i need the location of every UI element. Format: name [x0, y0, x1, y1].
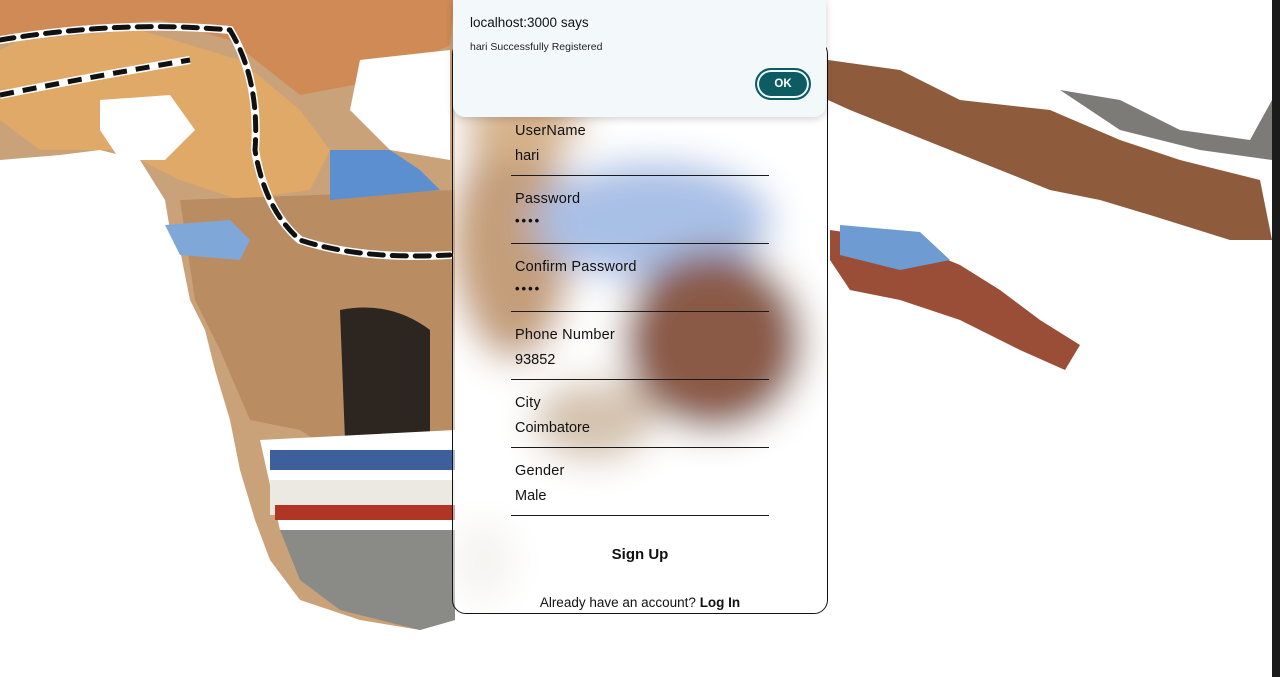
password-label: Password [515, 191, 581, 207]
username-field[interactable]: UserName [511, 113, 769, 176]
phone-number-label: Phone Number [515, 327, 615, 343]
alert-title: localhost:3000 says [470, 15, 589, 30]
phone-number-input[interactable] [515, 352, 765, 368]
confirm-password-field[interactable]: Confirm Password •••• [511, 249, 769, 312]
password-field[interactable]: Password •••• [511, 181, 769, 244]
password-input[interactable]: •••• [515, 213, 765, 228]
ok-button[interactable]: OK [755, 68, 811, 100]
log-in-link[interactable]: Log In [700, 595, 741, 610]
username-label: UserName [515, 123, 586, 139]
city-input[interactable] [515, 420, 765, 436]
confirm-password-input[interactable]: •••• [515, 281, 765, 296]
gender-label: Gender [515, 463, 565, 479]
sign-up-button[interactable]: Sign Up [453, 545, 827, 564]
gender-input[interactable] [515, 488, 765, 504]
gender-field[interactable]: Gender [511, 453, 769, 516]
confirm-password-label: Confirm Password [515, 259, 637, 275]
alert-dialog: localhost:3000 says hari Successfully Re… [453, 0, 826, 117]
login-prompt-text: Already have an account? [539, 595, 696, 610]
login-prompt: Already have an account? Log In [453, 595, 827, 610]
username-input[interactable] [515, 148, 765, 164]
city-label: City [515, 395, 541, 411]
alert-message: hari Successfully Registered [470, 41, 603, 53]
city-field[interactable]: City [511, 385, 769, 448]
phone-number-field[interactable]: Phone Number [511, 317, 769, 380]
signup-card: UserName Password •••• Confirm Password … [452, 40, 828, 614]
